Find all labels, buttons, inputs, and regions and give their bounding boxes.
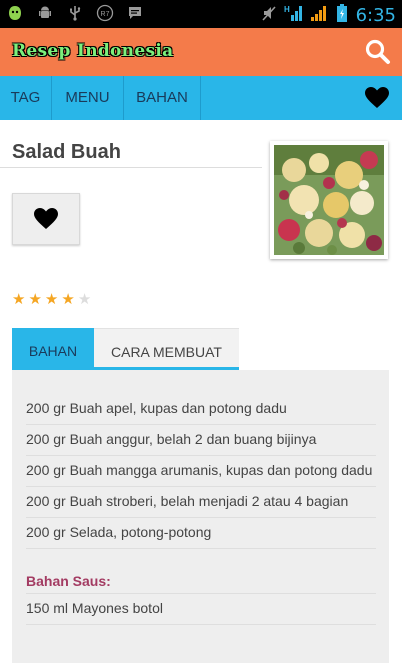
ingredients-list: 200 gr Buah apel, kupas dan potong dadu … xyxy=(26,394,376,625)
app-bar: Resep Indonesia xyxy=(0,28,402,76)
title-divider xyxy=(0,167,262,168)
sauce-heading: Bahan Saus: xyxy=(26,549,376,594)
list-item: 200 gr Buah mangga arumanis, kupas dan p… xyxy=(26,456,376,487)
usb-icon xyxy=(66,4,84,22)
heart-icon xyxy=(365,87,389,108)
nav-item-tag[interactable]: TAG xyxy=(0,76,51,120)
favorites-button[interactable] xyxy=(364,86,390,110)
status-left-icons: R7 xyxy=(6,4,144,22)
notification-badge-icon: R7 xyxy=(96,4,114,22)
status-time: 6:35 xyxy=(355,5,396,26)
status-right-icons: H 6:35 xyxy=(260,3,396,28)
star-icon[interactable]: ★ xyxy=(78,292,91,308)
nav-divider xyxy=(200,76,201,120)
nav-bar: TAG MENU BAHAN xyxy=(0,76,402,120)
battery-icon xyxy=(336,3,348,28)
recipe-image[interactable] xyxy=(270,141,388,259)
ingredients-panel: 200 gr Buah apel, kupas dan potong dadu … xyxy=(12,370,389,663)
list-item: 200 gr Buah stroberi, belah menjadi 2 at… xyxy=(26,487,376,518)
search-icon xyxy=(365,39,390,64)
no-sound-icon xyxy=(260,4,278,27)
recipe-tabs: BAHAN CARA MEMBUAT xyxy=(12,328,239,370)
star-icon[interactable]: ★ xyxy=(28,292,41,308)
status-bar: R7 H 6:35 xyxy=(0,0,402,28)
hd-signal-icon: H xyxy=(284,3,304,28)
list-item: 200 gr Buah apel, kupas dan potong dadu xyxy=(26,394,376,425)
star-icon[interactable]: ★ xyxy=(12,292,25,308)
search-button[interactable] xyxy=(364,38,392,66)
badge-text: R7 xyxy=(101,11,110,18)
list-item: 200 gr Selada, potong-potong xyxy=(26,518,376,549)
recipe-title: Salad Buah xyxy=(12,141,121,163)
nav-item-menu[interactable]: MENU xyxy=(52,76,123,120)
app-title: Resep Indonesia xyxy=(12,41,174,61)
salad-photo xyxy=(274,145,384,255)
list-item: 150 ml Mayones botol xyxy=(26,594,376,625)
star-icon[interactable]: ★ xyxy=(45,292,58,308)
star-icon[interactable]: ★ xyxy=(61,292,74,308)
android-icon xyxy=(36,4,54,22)
heart-icon xyxy=(34,208,58,229)
tab-bahan[interactable]: BAHAN xyxy=(12,328,94,370)
signal-bars-icon xyxy=(310,3,330,28)
android-debug-icon xyxy=(6,4,24,22)
message-icon xyxy=(126,4,144,22)
favorite-button[interactable] xyxy=(12,193,80,245)
svg-text:H: H xyxy=(284,5,290,14)
rating-stars[interactable]: ★ ★ ★ ★ ★ xyxy=(12,292,91,308)
tab-cara-membuat[interactable]: CARA MEMBUAT xyxy=(94,328,239,370)
nav-item-bahan[interactable]: BAHAN xyxy=(124,76,200,120)
list-item: 200 gr Buah anggur, belah 2 dan buang bi… xyxy=(26,425,376,456)
